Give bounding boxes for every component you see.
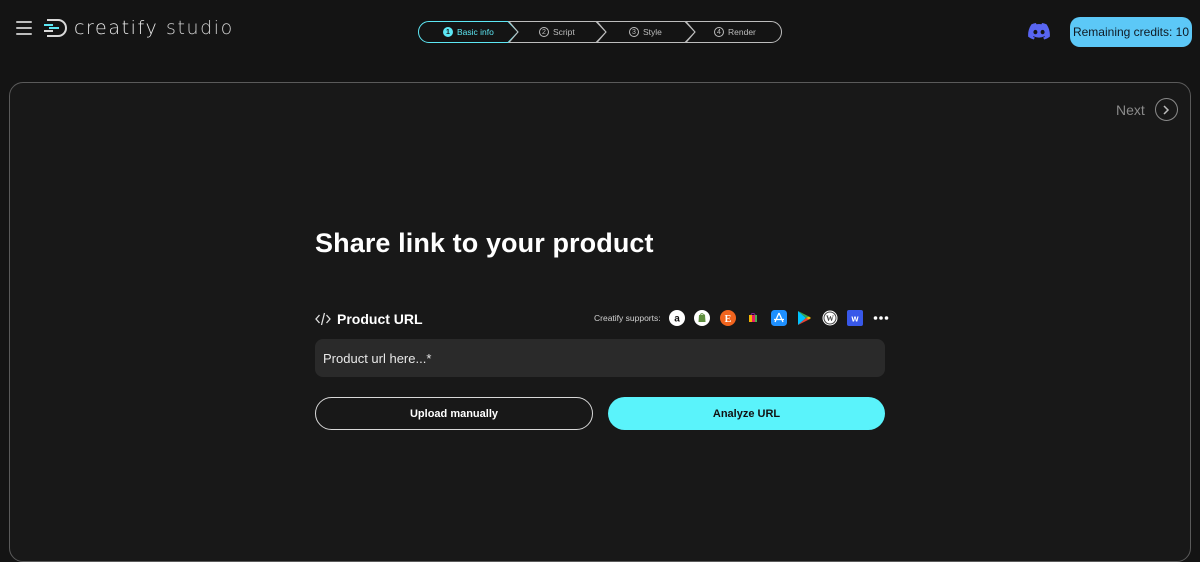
step-label: Render bbox=[728, 27, 756, 37]
app-store-icon bbox=[770, 310, 787, 326]
upload-manually-button[interactable]: Upload manually bbox=[315, 397, 593, 430]
more-icon[interactable] bbox=[873, 310, 889, 326]
product-url-label: Product URL bbox=[337, 311, 423, 327]
code-icon bbox=[315, 312, 331, 326]
google-play-icon bbox=[796, 310, 812, 326]
svg-text:E: E bbox=[724, 314, 731, 325]
wordpress-icon: W bbox=[822, 310, 838, 326]
supported-platforms: Creatify supports: a E W w bbox=[594, 310, 898, 326]
product-url-header: Product URL bbox=[315, 311, 423, 327]
progress-stepper: 1 Basic info 2 Script 3 Style 4 Render bbox=[418, 21, 783, 43]
top-bar: creatify studio 1 Basic info 2 Script 3 … bbox=[0, 0, 1200, 64]
discord-icon[interactable] bbox=[1028, 23, 1050, 40]
step-label: Style bbox=[643, 27, 662, 37]
remaining-credits-button[interactable]: Remaining credits: 10 bbox=[1070, 17, 1192, 47]
menu-icon[interactable] bbox=[16, 21, 32, 35]
step-basic-info[interactable]: 1 Basic info bbox=[443, 21, 494, 43]
supports-label: Creatify supports: bbox=[594, 313, 661, 323]
shopify-icon bbox=[694, 310, 711, 326]
logo-text: creatify studio bbox=[74, 17, 234, 39]
product-url-input[interactable] bbox=[315, 339, 885, 377]
page-title: Share link to your product bbox=[315, 228, 654, 258]
step-render[interactable]: 4 Render bbox=[714, 21, 756, 43]
step-script[interactable]: 2 Script bbox=[539, 21, 575, 43]
step-style[interactable]: 3 Style bbox=[629, 21, 662, 43]
chevron-right-icon bbox=[1154, 98, 1178, 121]
step-label: Basic info bbox=[457, 27, 494, 37]
amazon-icon: a bbox=[668, 310, 685, 326]
app-icon bbox=[745, 310, 761, 326]
next-label: Next bbox=[1116, 101, 1145, 118]
step-label: Script bbox=[553, 27, 575, 37]
next-button[interactable]: Next bbox=[1116, 98, 1178, 121]
etsy-icon: E bbox=[719, 310, 736, 326]
logo[interactable]: creatify studio bbox=[44, 17, 234, 39]
analyze-url-button[interactable]: Analyze URL bbox=[608, 397, 885, 430]
svg-text:a: a bbox=[674, 314, 680, 325]
creatify-logo-icon bbox=[44, 19, 67, 37]
svg-text:w: w bbox=[851, 314, 860, 324]
wix-icon: w bbox=[847, 310, 864, 326]
svg-text:W: W bbox=[826, 314, 834, 323]
